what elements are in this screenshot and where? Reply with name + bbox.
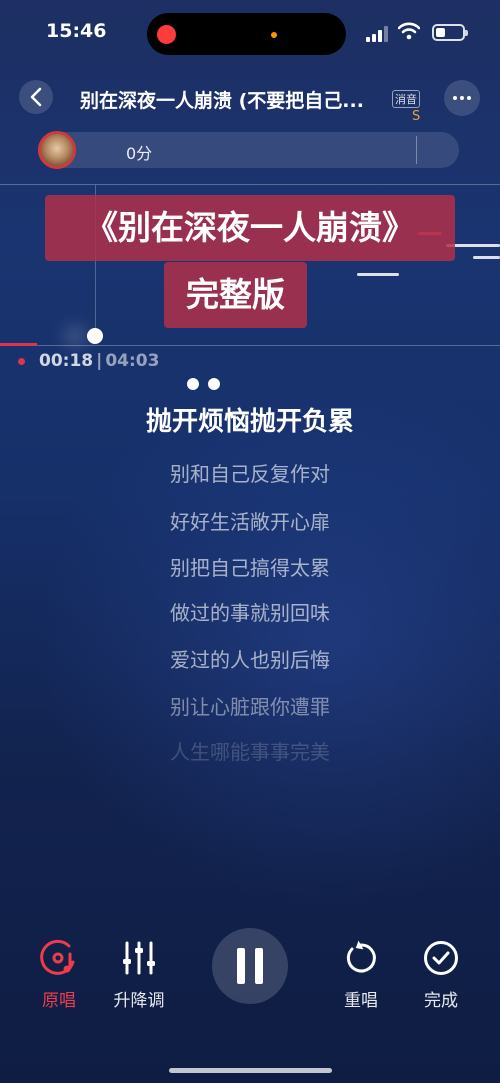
more-options-button[interactable] xyxy=(444,80,480,116)
lyric-line: 别和自己反复作对 xyxy=(170,462,330,486)
status-time: 15:46 xyxy=(46,20,107,42)
lyric-line: 好好生活敞开心扉 xyxy=(170,510,330,534)
original-vocal-button[interactable]: 原唱 xyxy=(36,936,82,1011)
total-time: 04:03 xyxy=(105,351,160,371)
disc-music-icon xyxy=(37,936,81,980)
signal-icon xyxy=(366,26,388,42)
pause-bar-icon xyxy=(255,948,263,984)
time-separator: | xyxy=(96,351,103,371)
lyric-line: 爱过的人也别后悔 xyxy=(170,648,330,672)
song-title: 别在深夜一人崩溃 (不要把自己... xyxy=(80,90,364,112)
countdown-dot xyxy=(187,378,199,390)
lyric-line: 别让心脏跟你遭罪 xyxy=(170,695,330,719)
mute-vocal-tag[interactable]: 消音 xyxy=(392,90,420,108)
avatar[interactable] xyxy=(38,131,76,169)
playback-time: 00:18 | 04:03 xyxy=(18,351,159,371)
pitch-grid-line xyxy=(0,345,500,346)
pitch-adjust-label: 升降调 xyxy=(113,991,165,1011)
wifi-icon xyxy=(398,22,420,40)
countdown-dot xyxy=(208,378,220,390)
video-banner-title: 《别在深夜一人崩溃》 xyxy=(45,195,455,261)
pitch-grid-line xyxy=(0,184,500,185)
pitch-play-head xyxy=(87,328,103,344)
pitch-note xyxy=(357,273,399,276)
equalizer-icon xyxy=(117,936,161,980)
score-value: 0分 xyxy=(126,144,153,163)
restart-button[interactable]: 重唱 xyxy=(338,936,384,1011)
video-banner-subtitle: 完整版 xyxy=(164,262,307,328)
score-divider xyxy=(416,136,417,164)
pause-button[interactable] xyxy=(212,928,288,1004)
lyric-line: 做过的事就别回味 xyxy=(170,601,330,625)
chevron-left-icon xyxy=(30,87,42,107)
score-bar: 0分 xyxy=(38,131,459,169)
more-dot-icon xyxy=(453,96,457,100)
mic-in-use-indicator-icon xyxy=(271,32,277,38)
original-vocal-label: 原唱 xyxy=(42,991,76,1011)
lyric-current-line: 抛开烦恼抛开负累 xyxy=(145,407,354,437)
back-button[interactable] xyxy=(19,80,53,114)
lyric-line: 人生哪能事事完美 xyxy=(170,740,330,764)
restart-label: 重唱 xyxy=(344,991,378,1011)
grade-mark: S xyxy=(412,109,421,124)
battery-icon xyxy=(432,24,468,41)
dynamic-island xyxy=(147,13,346,55)
pause-bar-icon xyxy=(237,948,245,984)
recording-indicator-icon xyxy=(157,25,176,44)
more-dot-icon xyxy=(460,96,464,100)
progress-fill xyxy=(0,343,37,346)
pitch-adjust-button[interactable]: 升降调 xyxy=(108,936,170,1011)
current-time: 00:18 xyxy=(39,351,94,371)
recording-dot-icon xyxy=(18,357,25,365)
more-dot-icon xyxy=(467,96,471,100)
finish-label: 完成 xyxy=(424,991,458,1011)
check-circle-icon xyxy=(419,936,463,980)
restart-icon xyxy=(339,936,383,980)
home-indicator[interactable] xyxy=(169,1068,332,1073)
finish-button[interactable]: 完成 xyxy=(418,936,464,1011)
lyric-line: 别把自己搞得太累 xyxy=(170,556,330,580)
countdown-dots xyxy=(187,378,220,390)
pitch-note xyxy=(473,256,500,259)
